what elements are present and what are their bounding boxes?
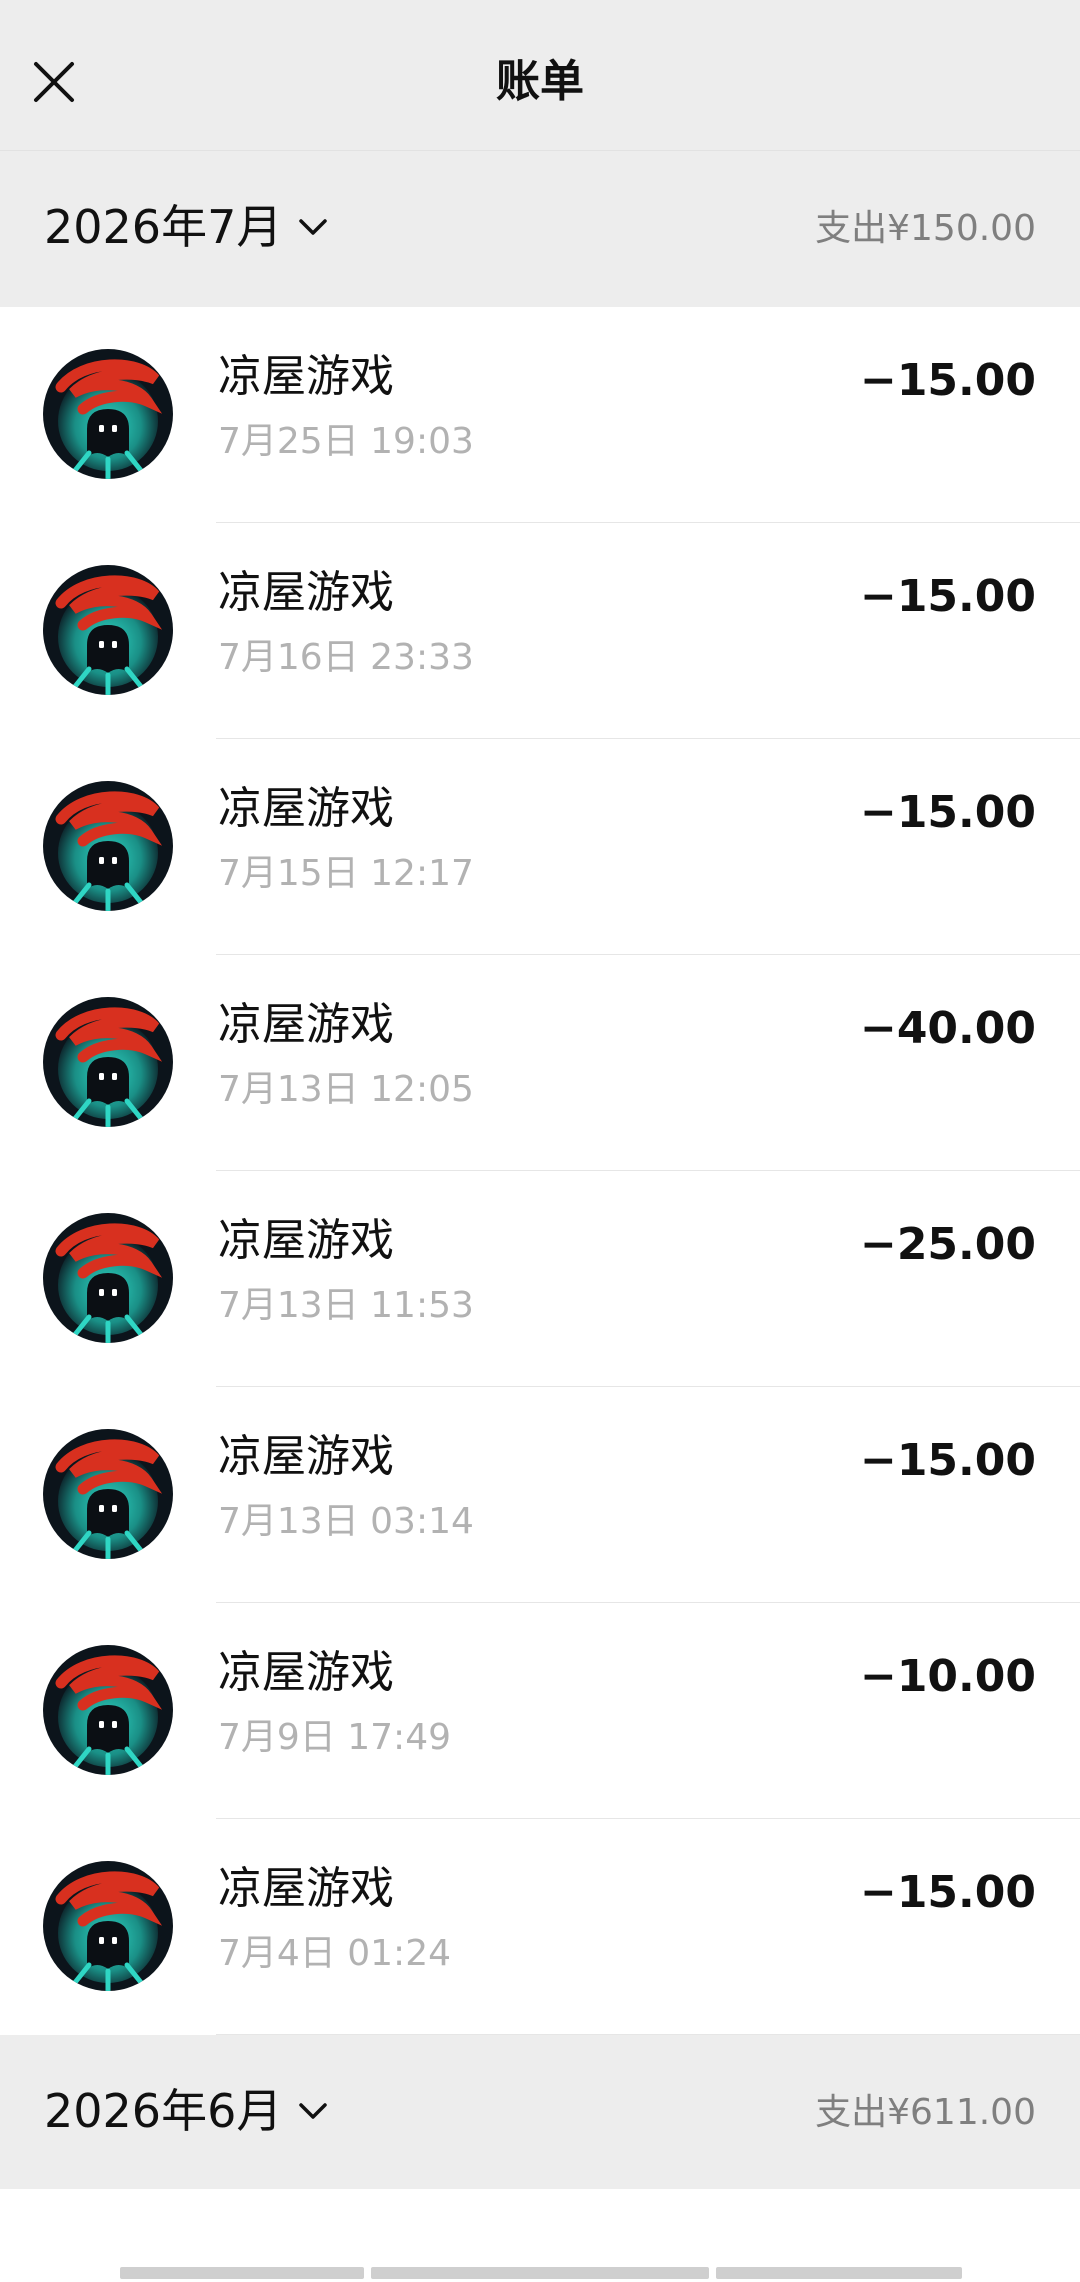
month-label: 2026年6月: [44, 2084, 283, 2138]
transaction-time: 7月13日 12:05: [218, 1069, 474, 1110]
merchant-avatar-icon: [43, 349, 173, 479]
page-title: 账单: [496, 56, 584, 107]
nav-bar: 账单: [0, 0, 1080, 151]
transaction-amount: −15.00: [859, 1435, 1036, 1486]
merchant-name: 凉屋游戏: [218, 1431, 394, 1482]
merchant-avatar-icon: [43, 1429, 173, 1559]
month-selector[interactable]: 2026年6月: [44, 2081, 330, 2141]
transaction-amount: −25.00: [859, 1219, 1036, 1270]
transaction-row[interactable]: 凉屋游戏 7月16日 23:33 −15.00: [0, 523, 1080, 739]
transaction-time: 7月13日 03:14: [218, 1501, 474, 1542]
transaction-row[interactable]: 凉屋游戏 7月4日 01:24 −15.00: [0, 1819, 1080, 2035]
scroll-indicator: [120, 2267, 364, 2279]
transaction-amount: −15.00: [859, 571, 1036, 622]
merchant-avatar-icon: [43, 1861, 173, 1991]
month-header-july[interactable]: 2026年7月 支出¥150.00: [0, 151, 1080, 307]
merchant-name: 凉屋游戏: [218, 1647, 394, 1698]
merchant-name: 凉屋游戏: [218, 1863, 394, 1914]
merchant-avatar-icon: [43, 781, 173, 911]
transaction-row[interactable]: 凉屋游戏 7月13日 03:14 −15.00: [0, 1387, 1080, 1603]
transaction-amount: −15.00: [859, 1867, 1036, 1918]
month-header-june[interactable]: 2026年6月 支出¥611.00: [0, 2035, 1080, 2191]
transaction-time: 7月16日 23:33: [218, 637, 474, 678]
month-expense-summary: 支出¥150.00: [815, 208, 1036, 249]
merchant-avatar-icon: [43, 1213, 173, 1343]
transaction-row[interactable]: 凉屋游戏 7月13日 12:05 −40.00: [0, 955, 1080, 1171]
chevron-down-icon: [299, 2103, 328, 2119]
month-selector[interactable]: 2026年7月: [44, 197, 330, 257]
transaction-time: 7月25日 19:03: [218, 421, 474, 462]
scroll-indicator: [716, 2267, 962, 2279]
transaction-time: 7月9日 17:49: [218, 1717, 451, 1758]
bottom-strip: [0, 2189, 1080, 2282]
transaction-amount: −10.00: [859, 1651, 1036, 1702]
transaction-list: 凉屋游戏 7月25日 19:03 −15.00 凉屋游戏 7月16日 23:33 −15…: [0, 307, 1080, 2035]
transaction-time: 7月13日 11:53: [218, 1285, 474, 1326]
month-expense-summary: 支出¥611.00: [815, 2092, 1036, 2133]
scroll-indicator: [371, 2267, 709, 2279]
merchant-name: 凉屋游戏: [218, 567, 394, 618]
merchant-name: 凉屋游戏: [218, 1215, 394, 1266]
transaction-amount: −15.00: [859, 355, 1036, 406]
transaction-amount: −15.00: [859, 787, 1036, 838]
merchant-avatar-icon: [43, 565, 173, 695]
transaction-time: 7月15日 12:17: [218, 853, 474, 894]
merchant-avatar-icon: [43, 1645, 173, 1775]
merchant-name: 凉屋游戏: [218, 783, 394, 834]
transaction-row[interactable]: 凉屋游戏 7月25日 19:03 −15.00: [0, 307, 1080, 523]
merchant-name: 凉屋游戏: [218, 999, 394, 1050]
transaction-row[interactable]: 凉屋游戏 7月9日 17:49 −10.00: [0, 1603, 1080, 1819]
chevron-down-icon: [299, 219, 328, 235]
merchant-avatar-icon: [43, 997, 173, 1127]
transaction-time: 7月4日 01:24: [218, 1933, 451, 1974]
transaction-row[interactable]: 凉屋游戏 7月15日 12:17 −15.00: [0, 739, 1080, 955]
transaction-row[interactable]: 凉屋游戏 7月13日 11:53 −25.00: [0, 1171, 1080, 1387]
month-label: 2026年7月: [44, 200, 283, 254]
transaction-amount: −40.00: [859, 1003, 1036, 1054]
merchant-name: 凉屋游戏: [218, 351, 394, 402]
